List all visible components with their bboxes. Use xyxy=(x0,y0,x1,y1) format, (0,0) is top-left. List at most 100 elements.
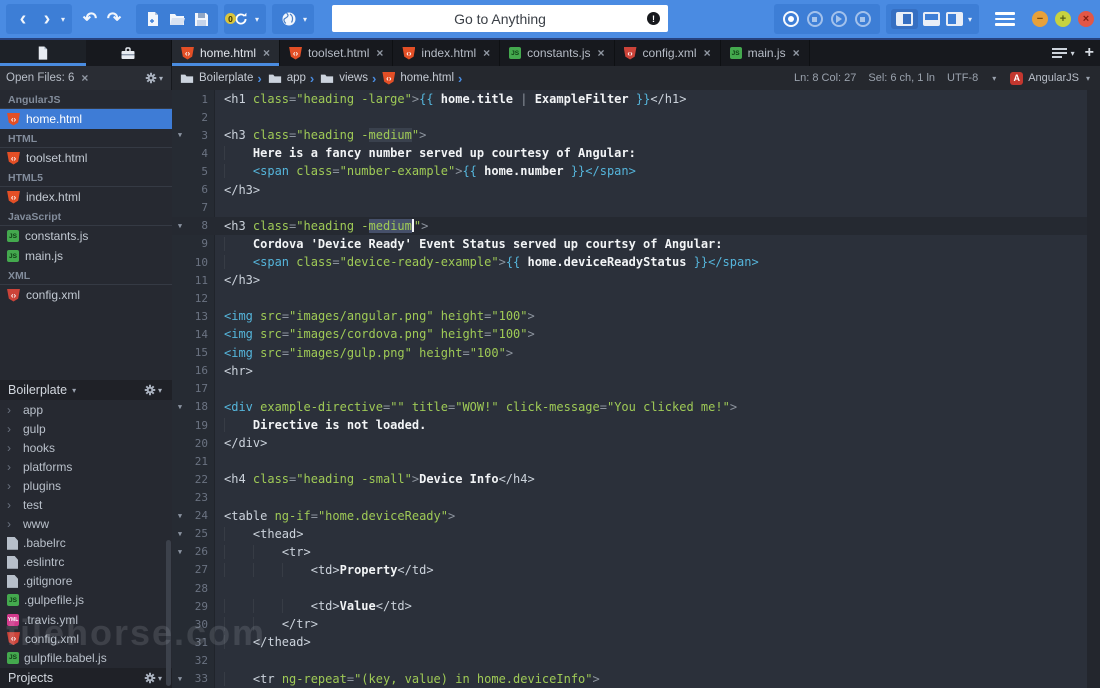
redo-button[interactable]: ↷ xyxy=(102,5,126,33)
editor-line[interactable]: 2 xyxy=(172,108,1100,126)
open-file-button[interactable] xyxy=(165,5,189,33)
tree-folder-plugins[interactable]: ›plugins xyxy=(0,476,172,495)
toggle-left-pane-button[interactable] xyxy=(891,9,918,29)
tree-file-.gulpefile.js[interactable]: JS.gulpefile.js xyxy=(0,591,172,610)
project-header[interactable]: Boilerplate ▾ ▾ xyxy=(0,380,172,400)
tree-file-config.xml[interactable]: ‹›config.xml xyxy=(0,629,172,648)
back-button[interactable]: ‹ xyxy=(11,5,35,33)
tree-folder-hooks[interactable]: ›hooks xyxy=(0,438,172,457)
editor-line[interactable]: ▼24<table ng-if="home.deviceReady"> xyxy=(172,507,1100,525)
editor-line[interactable]: 31 </thead> xyxy=(172,633,1100,651)
browser-preview-button[interactable] xyxy=(277,5,301,33)
close-window-button[interactable]: × xyxy=(1078,11,1094,27)
go-to-anything-input[interactable] xyxy=(332,5,668,32)
open-file-item-constants.js[interactable]: JSconstants.js xyxy=(0,226,172,246)
save-macro-button[interactable] xyxy=(855,11,871,27)
tree-folder-gulp[interactable]: ›gulp xyxy=(0,419,172,438)
open-file-item-index.html[interactable]: ‹›index.html xyxy=(0,187,172,207)
fold-arrow-icon[interactable]: ▼ xyxy=(172,403,188,411)
project-settings-button[interactable]: ▾ xyxy=(144,384,164,396)
language-selector[interactable]: A AngularJS ▾ xyxy=(1010,72,1092,85)
close-icon[interactable]: × xyxy=(263,46,270,60)
editor-line[interactable]: 29 <td>Value</td> xyxy=(172,597,1100,615)
editor-line[interactable]: ▼26 <tr> xyxy=(172,543,1100,561)
toggle-right-pane-button[interactable] xyxy=(946,12,963,26)
info-icon[interactable]: ! xyxy=(647,12,660,25)
undo-button[interactable]: ↶ xyxy=(78,5,102,33)
sync-button[interactable]: 0 xyxy=(229,5,253,33)
open-files-settings-button[interactable]: ▾ xyxy=(145,72,165,84)
close-icon[interactable]: × xyxy=(793,46,800,60)
editor-line[interactable]: 15<img src="images/gulp.png" height="100… xyxy=(172,344,1100,362)
tree-folder-app[interactable]: ›app xyxy=(0,400,172,419)
tab-home.html[interactable]: ‹›home.html× xyxy=(172,40,280,66)
tab-config.xml[interactable]: ‹›config.xml× xyxy=(615,40,721,66)
editor-line[interactable]: 20</div> xyxy=(172,434,1100,452)
chevron-down-icon[interactable]: ▾ xyxy=(61,15,65,24)
chevron-down-icon[interactable]: ▾ xyxy=(255,15,259,24)
editor-line[interactable]: 23 xyxy=(172,488,1100,506)
editor-line[interactable]: 27 <td>Property</td> xyxy=(172,561,1100,579)
play-macro-button[interactable] xyxy=(831,11,847,27)
breadcrumb-item-app[interactable]: app xyxy=(268,72,306,84)
open-file-item-config.xml[interactable]: ‹›config.xml xyxy=(0,285,172,305)
editor-line[interactable]: 1<h1 class="heading -large">{{ home.titl… xyxy=(172,90,1100,108)
editor-line[interactable]: 21 xyxy=(172,452,1100,470)
chevron-down-icon[interactable]: ▾ xyxy=(968,15,972,24)
minimize-button[interactable]: − xyxy=(1032,11,1048,27)
tab-index.html[interactable]: ‹›index.html× xyxy=(393,40,500,66)
editor-line[interactable]: 7 xyxy=(172,199,1100,217)
tree-file-.travis.yml[interactable]: YML.travis.yml xyxy=(0,610,172,629)
editor-line[interactable]: ▼3<h3 class="heading -medium"> xyxy=(172,126,1100,144)
menu-button[interactable] xyxy=(995,9,1015,29)
editor-line[interactable]: 12 xyxy=(172,289,1100,307)
sidebar-scrollbar[interactable] xyxy=(166,540,171,686)
tree-folder-www[interactable]: ›www xyxy=(0,515,172,534)
editor-line[interactable]: 22<h4 class="heading -small">Device Info… xyxy=(172,470,1100,488)
tree-file-.gitignore[interactable]: .gitignore xyxy=(0,572,172,591)
record-macro-button[interactable] xyxy=(783,11,799,27)
tab-constants.js[interactable]: JSconstants.js× xyxy=(500,40,614,66)
editor-line[interactable]: 9 Cordova 'Device Ready' Event Status se… xyxy=(172,235,1100,253)
editor-line[interactable]: 32 xyxy=(172,651,1100,669)
editor-line[interactable]: ▼33 <tr ng-repeat="(key, value) in home.… xyxy=(172,670,1100,688)
fold-arrow-icon[interactable]: ▼ xyxy=(172,548,188,556)
open-file-item-main.js[interactable]: JSmain.js xyxy=(0,246,172,266)
projects-settings-button[interactable]: ▾ xyxy=(144,672,164,684)
editor-line[interactable]: 13<img src="images/angular.png" height="… xyxy=(172,307,1100,325)
new-file-button[interactable] xyxy=(141,5,165,33)
editor-line[interactable]: ▼8<h3 class="heading -medium"> xyxy=(172,217,1100,235)
forward-button[interactable]: › xyxy=(35,5,59,33)
fold-arrow-icon[interactable]: ▼ xyxy=(172,512,188,520)
editor-line[interactable]: 30 </tr> xyxy=(172,615,1100,633)
editor-line[interactable]: 17 xyxy=(172,380,1100,398)
tab-toolbox-pane[interactable] xyxy=(86,40,172,66)
breadcrumb-item-home.html[interactable]: ‹›home.html xyxy=(382,72,454,85)
chevron-down-icon[interactable]: ▾ xyxy=(303,15,307,24)
save-button[interactable] xyxy=(189,5,213,33)
close-icon[interactable]: × xyxy=(81,71,88,85)
tree-folder-test[interactable]: ›test xyxy=(0,495,172,514)
tree-file-.babelrc[interactable]: .babelrc xyxy=(0,534,172,553)
close-icon[interactable]: × xyxy=(598,46,605,60)
editor-line[interactable]: 10 <span class="device-ready-example">{{… xyxy=(172,253,1100,271)
open-file-item-home.html[interactable]: ‹›home.html xyxy=(0,109,172,129)
tree-file-.eslintrc[interactable]: .eslintrc xyxy=(0,553,172,572)
editor-scrollbar[interactable] xyxy=(1087,90,1100,688)
new-tab-button[interactable]: + xyxy=(1085,44,1094,62)
editor-line[interactable]: 4 Here is a fancy number served up court… xyxy=(172,144,1100,162)
maximize-button[interactable]: + xyxy=(1055,11,1071,27)
stop-macro-button[interactable] xyxy=(807,11,823,27)
editor-line[interactable]: 6</h3> xyxy=(172,181,1100,199)
fold-arrow-icon[interactable]: ▼ xyxy=(172,222,188,230)
editor-line[interactable]: 28 xyxy=(172,579,1100,597)
fold-arrow-icon[interactable]: ▼ xyxy=(172,675,188,683)
projects-footer[interactable]: Projects ▾ xyxy=(0,668,172,688)
encoding[interactable]: UTF-8 xyxy=(947,72,978,84)
editor-line[interactable]: 14<img src="images/cordova.png" height="… xyxy=(172,325,1100,343)
close-icon[interactable]: × xyxy=(704,46,711,60)
editor-line[interactable]: ▼25 <thead> xyxy=(172,525,1100,543)
tree-file-gulpfile.babel.js[interactable]: JSgulpfile.babel.js xyxy=(0,648,172,667)
tab-overflow-button[interactable]: ▾ xyxy=(1052,48,1077,59)
toggle-bottom-pane-button[interactable] xyxy=(923,12,940,26)
